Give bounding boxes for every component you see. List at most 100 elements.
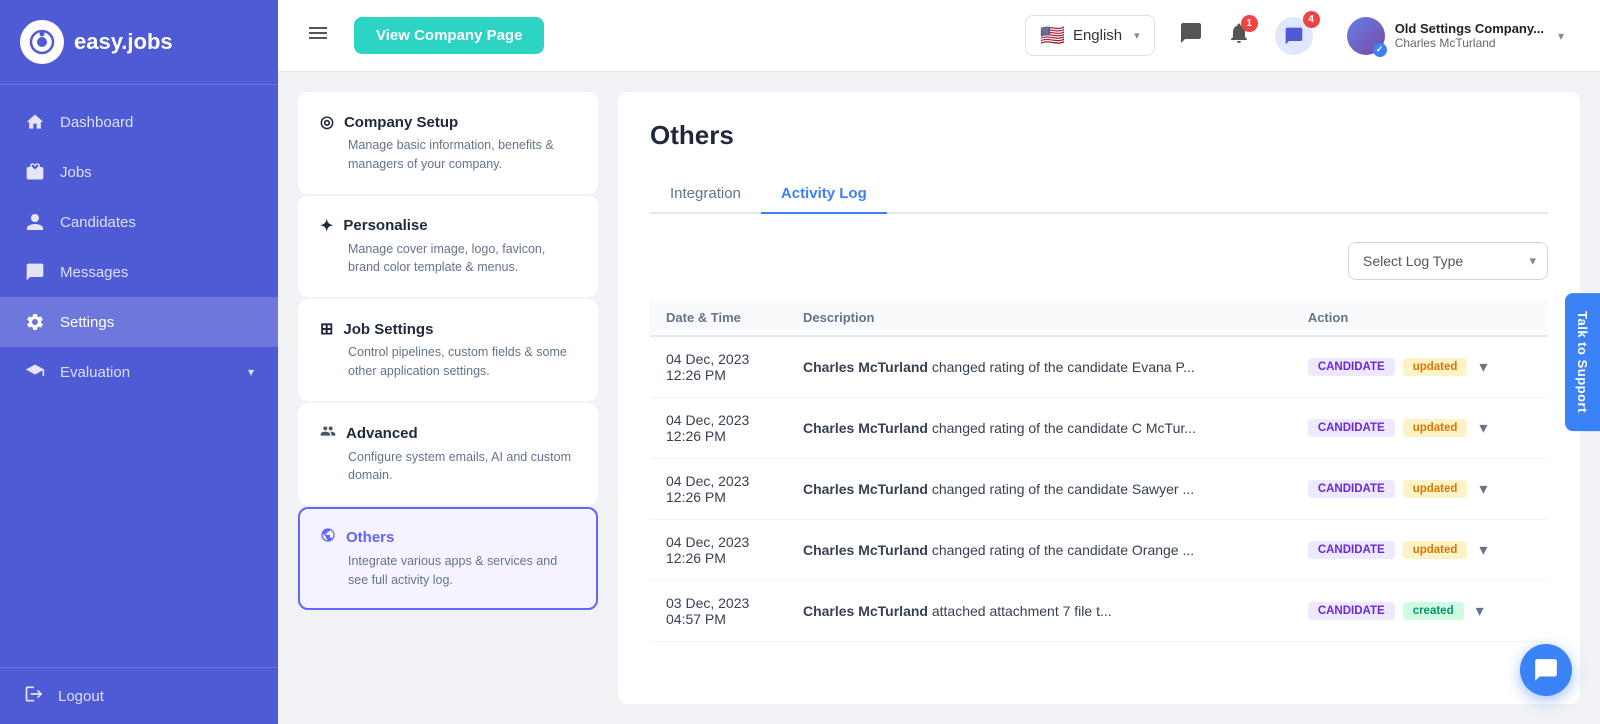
expand-row-button[interactable]: ▾ [1475,479,1491,499]
settings-menu-others[interactable]: Others Integrate various apps & services… [298,507,598,610]
description-cell: Charles McTurland changed rating of the … [787,398,1292,459]
job-settings-icon: ⊞ [320,319,333,339]
sidebar: easy.jobs Dashboard Jobs Candidates Mess… [0,0,278,724]
badge-type: CANDIDATE [1308,358,1395,376]
support-tab[interactable]: Talk to Support [1565,293,1600,431]
settings-menu-personalise[interactable]: ✦ Personalise Manage cover image, logo, … [298,196,598,298]
description-cell: Charles McTurland attached attachment 7 … [787,581,1292,642]
action-cell: CANDIDATE updated ▾ [1292,459,1548,520]
sidebar-item-label: Evaluation [60,364,130,381]
action-cell: CANDIDATE updated ▾ [1292,520,1548,581]
log-type-select[interactable]: Select Log Type Candidate Job Company [1348,242,1548,280]
bell-badge: 1 [1241,15,1258,32]
logo-text: easy.jobs [74,29,173,55]
messages-button[interactable] [1179,21,1203,51]
datetime-cell: 04 Dec, 202312:26 PM [650,459,787,520]
sidebar-item-candidates[interactable]: Candidates [0,197,278,247]
sidebar-item-label: Messages [60,264,128,281]
badge-status: updated [1403,358,1468,376]
evaluation-icon [24,361,46,383]
card-title: ◎ Company Setup [320,112,576,132]
sidebar-logo: easy.jobs [0,0,278,85]
badge-status: created [1403,602,1464,620]
card-title: ✦ Personalise [320,216,576,236]
chat-button[interactable] [1520,644,1572,696]
advanced-icon [320,423,336,444]
personalise-icon: ✦ [320,216,333,236]
tabs-bar: Integration Activity Log [650,175,1548,214]
profile-chevron-icon: ▾ [1558,29,1564,43]
sidebar-item-settings[interactable]: Settings [0,297,278,347]
settings-menu-advanced[interactable]: Advanced Configure system emails, AI and… [298,403,598,506]
expand-row-button[interactable]: ▾ [1472,601,1488,621]
action-cell: CANDIDATE updated ▾ [1292,398,1548,459]
expand-row-button[interactable]: ▾ [1475,540,1491,560]
main-area: View Company Page 🇺🇸 English ▾ 1 4 [278,0,1600,724]
home-icon [24,111,46,133]
sidebar-item-label: Candidates [60,214,136,231]
notifications-button[interactable]: 1 [1227,21,1251,51]
settings-menu-job-settings[interactable]: ⊞ Job Settings Control pipelines, custom… [298,299,598,401]
tab-activity-log[interactable]: Activity Log [761,175,887,214]
sidebar-item-evaluation[interactable]: Evaluation ▾ [0,347,278,397]
col-datetime: Date & Time [650,300,787,336]
table-row: 03 Dec, 202304:57 PMCharles McTurland at… [650,581,1548,642]
user-profile[interactable]: ✓ Old Settings Company... Charles McTurl… [1339,13,1572,59]
settings-icon [24,311,46,333]
chat-header-icon[interactable]: 4 [1275,17,1313,55]
description-cell: Charles McTurland changed rating of the … [787,520,1292,581]
sidebar-item-dashboard[interactable]: Dashboard [0,97,278,147]
expand-row-button[interactable]: ▾ [1475,357,1491,377]
user-info: Old Settings Company... Charles McTurlan… [1395,21,1544,50]
others-icon [320,527,336,548]
card-desc: Control pipelines, custom fields & some … [320,343,576,381]
company-setup-icon: ◎ [320,112,334,132]
datetime-cell: 04 Dec, 202312:26 PM [650,398,787,459]
sidebar-item-messages[interactable]: Messages [0,247,278,297]
description-cell: Charles McTurland changed rating of the … [787,459,1292,520]
user-display-name: Charles McTurland [1395,36,1544,50]
language-selector[interactable]: 🇺🇸 English ▾ [1025,15,1155,56]
messages-icon [24,261,46,283]
badge-status: updated [1403,541,1468,559]
logo-icon [20,20,64,64]
header: View Company Page 🇺🇸 English ▾ 1 4 [278,0,1600,72]
card-desc: Configure system emails, AI and custom d… [320,448,576,486]
flag-icon: 🇺🇸 [1040,23,1065,48]
logout-button[interactable]: Logout [0,667,278,724]
content-area: ◎ Company Setup Manage basic information… [278,72,1600,724]
datetime-cell: 03 Dec, 202304:57 PM [650,581,787,642]
sidebar-nav: Dashboard Jobs Candidates Messages Setti… [0,85,278,667]
col-description: Description [787,300,1292,336]
jobs-icon [24,161,46,183]
card-title: ⊞ Job Settings [320,319,576,339]
settings-menu-company-setup[interactable]: ◎ Company Setup Manage basic information… [298,92,598,194]
table-row: 04 Dec, 202312:26 PMCharles McTurland ch… [650,459,1548,520]
col-action: Action [1292,300,1548,336]
badge-type: CANDIDATE [1308,419,1395,437]
expand-row-button[interactable]: ▾ [1475,418,1491,438]
language-chevron-icon: ▾ [1134,29,1140,42]
card-desc: Integrate various apps & services and se… [320,552,576,590]
log-type-select-wrapper: Select Log Type Candidate Job Company [1348,242,1548,280]
filter-row: Select Log Type Candidate Job Company [650,242,1548,280]
sidebar-item-jobs[interactable]: Jobs [0,147,278,197]
table-row: 04 Dec, 202312:26 PMCharles McTurland ch… [650,336,1548,398]
datetime-cell: 04 Dec, 202312:26 PM [650,520,787,581]
badge-type: CANDIDATE [1308,541,1395,559]
action-cell: CANDIDATE created ▾ [1292,581,1548,642]
main-content-panel: Others Integration Activity Log Select L… [618,92,1580,704]
datetime-cell: 04 Dec, 202312:26 PM [650,336,787,398]
hamburger-menu[interactable] [306,21,330,51]
tab-integration[interactable]: Integration [650,175,761,214]
badge-type: CANDIDATE [1308,480,1395,498]
sidebar-item-label: Jobs [60,164,92,181]
badge-status: updated [1403,419,1468,437]
page-title: Others [650,120,1548,151]
logout-label: Logout [58,688,104,705]
chevron-down-icon: ▾ [248,365,254,379]
view-company-button[interactable]: View Company Page [354,17,544,54]
settings-sidebar: ◎ Company Setup Manage basic information… [298,92,598,704]
table-row: 04 Dec, 202312:26 PMCharles McTurland ch… [650,398,1548,459]
card-desc: Manage basic information, benefits & man… [320,136,576,174]
